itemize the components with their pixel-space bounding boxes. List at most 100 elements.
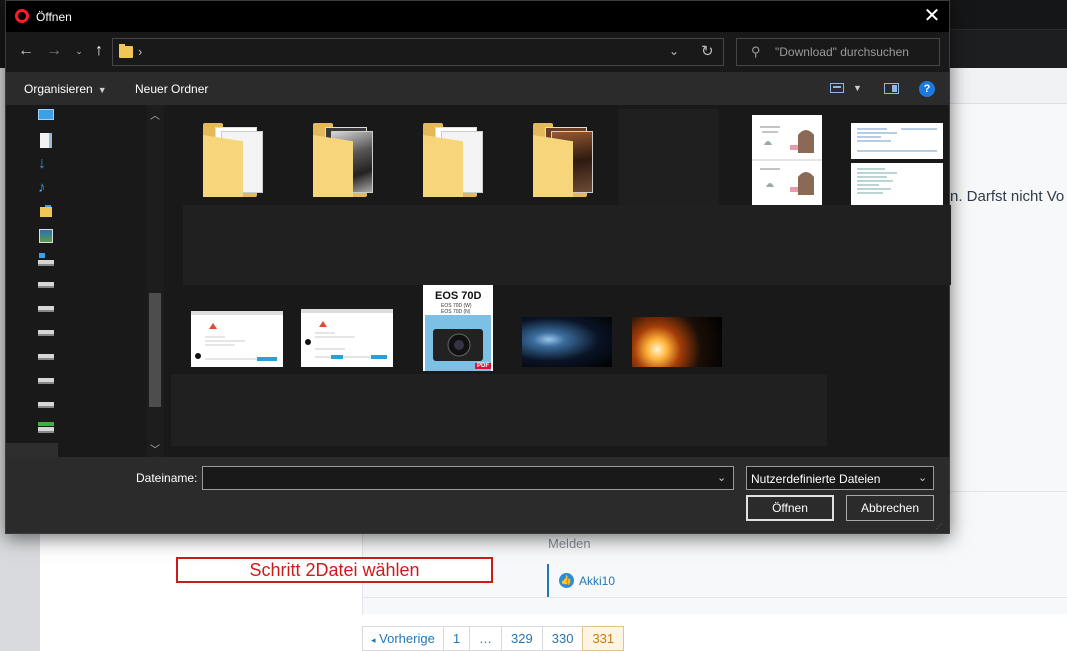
new-folder-button[interactable]: Neuer Ordner <box>135 82 208 96</box>
search-box[interactable]: ⚲ <box>736 38 940 66</box>
page-link-329[interactable]: 329 <box>501 626 542 651</box>
photo-folder-icon <box>533 121 595 197</box>
screenshot-thumbnail <box>301 309 393 367</box>
chevron-down-icon[interactable]: ⌄ <box>717 471 726 484</box>
help-icon[interactable]: ? <box>919 81 935 97</box>
file-item[interactable] <box>851 123 943 205</box>
downloads-icon[interactable]: ↓ <box>38 156 54 172</box>
drive-icon[interactable] <box>38 277 54 291</box>
prev-page-button[interactable]: ◂ Vorherige <box>362 626 443 651</box>
prev-label: Vorherige <box>379 631 435 646</box>
sketch-thumbnail <box>752 115 822 205</box>
pictures-icon[interactable] <box>38 229 54 243</box>
drive-icon[interactable] <box>38 397 54 411</box>
dialog-footer: Dateiname: ⌄ Nutzerdefinierte Dateien ⌄ … <box>6 457 949 533</box>
file-item[interactable] <box>191 311 283 367</box>
chevron-left-icon: ◂ <box>371 635 376 645</box>
navigation-pane: ↓ ♪ ︿ ﹀ <box>6 105 165 480</box>
report-link[interactable]: Melden <box>548 536 591 551</box>
address-bar[interactable]: › ⌄ ↻ <box>112 38 724 66</box>
filetype-value: Nutzerdefinierte Dateien <box>751 472 881 486</box>
drive-icon[interactable] <box>38 349 54 363</box>
forward-button[interactable]: → <box>44 41 64 61</box>
close-button[interactable]: ✕ <box>918 5 946 29</box>
view-options-icon[interactable] <box>830 83 844 93</box>
refresh-icon[interactable]: ↻ <box>701 42 714 60</box>
search-input[interactable] <box>775 44 935 60</box>
search-icon: ⚲ <box>751 44 761 59</box>
preview-pane-icon[interactable] <box>884 83 899 94</box>
arrow-up-icon: ↑ <box>95 42 103 59</box>
reaction-bar: 👍 Akki10 <box>547 564 1067 597</box>
divider <box>362 597 1067 598</box>
drive-icon[interactable] <box>38 325 54 339</box>
folder-item[interactable] <box>199 117 269 207</box>
explosion-thumbnail <box>632 317 722 367</box>
folder-item[interactable] <box>309 117 379 207</box>
document-thumbnail <box>851 123 943 205</box>
filename-redaction <box>183 205 951 285</box>
page-ellipsis[interactable]: … <box>469 626 502 651</box>
folder-icon <box>203 121 265 197</box>
resize-grip-icon[interactable]: ⋰ <box>936 523 946 531</box>
pdf-badge: PDF <box>475 363 491 369</box>
drive-icon[interactable] <box>38 301 54 315</box>
photo-folder-icon <box>313 121 375 197</box>
file-list: EOS 70D EOS 70D (W) EOS 70D (N) PDF <box>165 105 951 457</box>
folder-icon[interactable] <box>38 205 54 219</box>
green-drive-icon[interactable] <box>38 421 54 435</box>
file-item[interactable] <box>619 109 719 205</box>
folder-item[interactable] <box>419 117 489 207</box>
arrow-right-icon: → <box>46 42 62 59</box>
organize-menu[interactable]: Organisieren ▼ <box>24 82 107 96</box>
nav-scrollbar[interactable]: ︿ ﹀ <box>147 105 164 457</box>
filetype-select[interactable]: Nutzerdefinierte Dateien ⌄ <box>746 466 934 490</box>
file-item[interactable] <box>752 115 822 205</box>
page-link-current[interactable]: 331 <box>582 626 625 651</box>
back-button[interactable]: ← <box>16 41 36 61</box>
filename-input[interactable] <box>207 470 707 486</box>
open-file-dialog: Öffnen ✕ ← → ⌄ ↑ › ⌄ ↻ ⚲ Organisieren ▼ N… <box>5 0 951 534</box>
file-item[interactable] <box>522 317 612 367</box>
page-link-1[interactable]: 1 <box>442 626 470 651</box>
documents-icon[interactable] <box>38 133 54 148</box>
filename-redaction <box>171 374 827 446</box>
screenshot-thumbnail <box>191 311 283 367</box>
recent-locations-button[interactable]: ⌄ <box>69 41 89 61</box>
cancel-button[interactable]: Abbrechen <box>846 495 934 521</box>
file-item[interactable] <box>632 317 722 367</box>
filename-label: Dateiname: <box>136 471 198 485</box>
scroll-up-icon[interactable]: ︿ <box>150 107 160 122</box>
music-icon[interactable]: ♪ <box>38 180 54 195</box>
like-user-link[interactable]: Akki10 <box>579 574 615 588</box>
arrow-left-icon: ← <box>18 42 34 59</box>
post-text: n. Darfst nicht Vo <box>950 188 1065 205</box>
pagination: ◂ Vorherige 1 … 329 330 331 <box>362 626 625 651</box>
dialog-title: Öffnen <box>36 10 72 24</box>
space-thumbnail <box>522 317 612 367</box>
file-item[interactable] <box>301 309 393 367</box>
folder-item[interactable] <box>529 117 599 207</box>
chevron-right-icon[interactable]: › <box>138 44 142 59</box>
opera-logo-icon <box>15 9 29 23</box>
page-subbar <box>949 68 1067 104</box>
up-button[interactable]: ↑ <box>89 41 109 61</box>
network-drive-icon[interactable] <box>38 253 54 267</box>
caret-down-icon[interactable]: ▼ <box>853 83 862 93</box>
organize-label: Organisieren <box>24 82 93 96</box>
folder-icon <box>423 121 485 197</box>
desktop-icon[interactable] <box>38 109 54 123</box>
chevron-down-icon[interactable]: ⌄ <box>669 44 679 58</box>
step-annotation: Schritt 2Datei wählen <box>176 557 493 583</box>
command-bar: Organisieren ▼ Neuer Ordner ▼ ? <box>6 72 949 105</box>
pdf-cover-title: EOS 70D <box>435 290 482 302</box>
topbar-accent <box>949 29 1067 68</box>
scroll-down-icon[interactable]: ﹀ <box>150 441 160 456</box>
pdf-item[interactable]: EOS 70D EOS 70D (W) EOS 70D (N) PDF <box>423 285 493 371</box>
page-link-330[interactable]: 330 <box>541 626 583 651</box>
filename-combobox[interactable]: ⌄ <box>202 466 734 490</box>
title-bar: Öffnen ✕ <box>6 1 949 32</box>
drive-icon[interactable] <box>38 373 54 387</box>
scroll-thumb[interactable] <box>149 293 161 407</box>
open-button[interactable]: Öffnen <box>746 495 834 521</box>
